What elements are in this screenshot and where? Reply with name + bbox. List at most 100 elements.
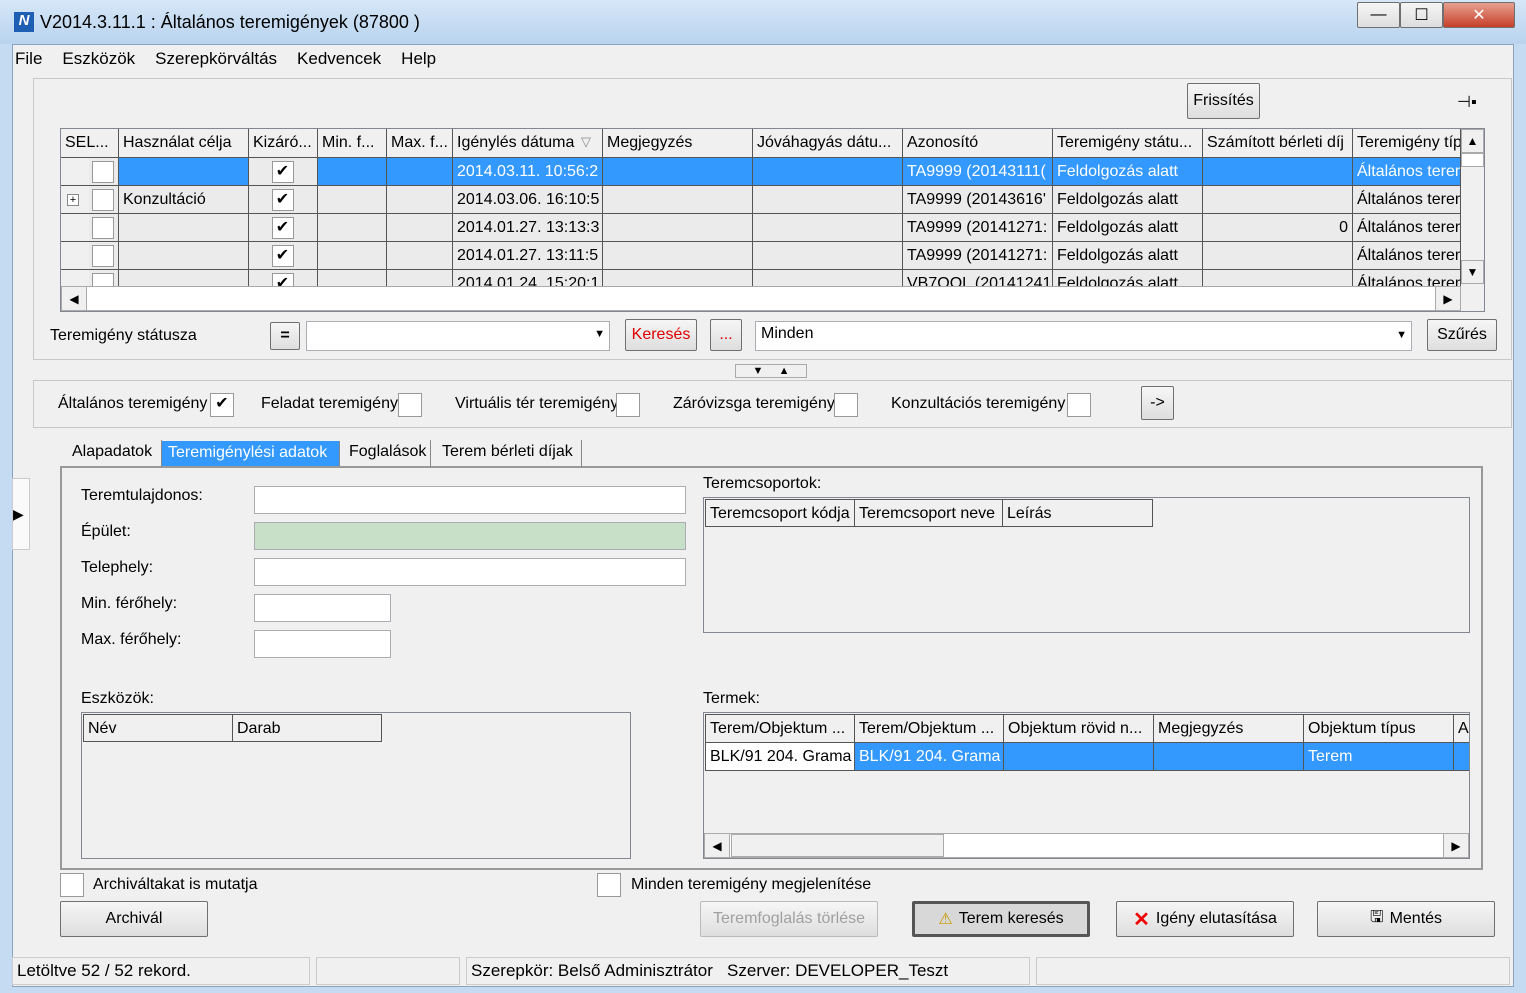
archive-button[interactable]: Archivál	[60, 901, 208, 937]
cell-megj[interactable]	[603, 214, 753, 242]
cell-datum[interactable]: 2014.01.27. 13:13:3	[453, 214, 603, 242]
expand-icon[interactable]: +	[67, 194, 79, 206]
select-checkbox[interactable]	[92, 189, 114, 211]
cell-max[interactable]	[387, 242, 453, 270]
room-cell[interactable]: BLK/91 204. Grama	[855, 743, 1004, 771]
show-archived-checkbox[interactable]	[60, 873, 84, 897]
tab-0[interactable]: Alapadatok	[66, 440, 162, 467]
menu-0[interactable]: File	[15, 49, 42, 73]
scroll-up-button[interactable]: ▲	[1461, 129, 1484, 153]
room-cell[interactable]	[1154, 743, 1304, 771]
cell-dij[interactable]	[1203, 186, 1353, 214]
cell-statusz[interactable]: Feldolgozás alatt	[1053, 214, 1203, 242]
chevron-down-icon[interactable]: ▼	[1396, 329, 1407, 341]
exclusive-checkbox[interactable]: ✔	[271, 189, 294, 211]
column-header[interactable]: Azonosító	[903, 129, 1053, 158]
column-header[interactable]: Kizáró...	[249, 129, 318, 158]
cell-kizaro[interactable]: ✔	[249, 242, 318, 270]
column-header[interactable]: Max. f...	[387, 129, 453, 158]
cell-min[interactable]	[318, 186, 387, 214]
column-header[interactable]: Számított bérleti díj	[1203, 129, 1353, 158]
cell-dij[interactable]: 0	[1203, 214, 1353, 242]
cell-tipus[interactable]: Általános terem	[1353, 214, 1461, 242]
column-header[interactable]: Min. f...	[318, 129, 387, 158]
tab-1[interactable]: Teremigénylési adatok	[162, 441, 340, 466]
site-input[interactable]	[254, 558, 686, 586]
column-header[interactable]: Darab	[233, 714, 382, 742]
cell-tipus[interactable]: Általános terem	[1353, 186, 1461, 214]
column-header[interactable]: Használat célja	[119, 129, 249, 158]
room-cell[interactable]: BLK/91 204. Grama	[705, 743, 855, 771]
exclusive-checkbox[interactable]: ✔	[271, 217, 294, 239]
cell-tipus[interactable]: Általános terem	[1353, 242, 1461, 270]
scroll-right-button[interactable]: ▶	[1443, 833, 1469, 858]
scroll-right-button[interactable]: ▶	[1435, 286, 1461, 311]
type-checkbox-4[interactable]	[1067, 393, 1091, 417]
menu-3[interactable]: Kedvencek	[297, 49, 381, 73]
select-checkbox[interactable]	[92, 217, 114, 239]
filter-combo[interactable]: Minden ▼	[755, 321, 1412, 351]
cell-cel[interactable]	[119, 242, 249, 270]
max-capacity-input[interactable]	[254, 630, 391, 658]
cell-azon[interactable]: TA9999 (20141271:	[903, 242, 1053, 270]
cell-statusz[interactable]: Feldolgozás alatt	[1053, 158, 1203, 186]
horizontal-scrollbar[interactable]	[61, 286, 1461, 311]
exclusive-checkbox[interactable]: ✔	[271, 161, 294, 183]
minimize-button[interactable]: —	[1357, 2, 1400, 28]
cell-azon[interactable]: TA9999 (20141271:	[903, 214, 1053, 242]
tab-2[interactable]: Foglalások	[343, 440, 431, 467]
select-checkbox[interactable]	[92, 161, 114, 183]
cell-max[interactable]	[387, 214, 453, 242]
reject-button[interactable]: ✕ Igény elutasítása	[1116, 901, 1294, 937]
equals-operator-button[interactable]: =	[270, 322, 300, 350]
type-checkbox-3[interactable]	[834, 393, 858, 417]
room-cell[interactable]	[1004, 743, 1154, 771]
column-header[interactable]: Terem/Objektum ...	[855, 714, 1004, 743]
ellipsis-button[interactable]: ...	[710, 319, 742, 351]
row-header[interactable]	[61, 158, 89, 186]
cell-azon[interactable]: TA9999 (20143616'	[903, 186, 1053, 214]
type-checkbox-1[interactable]	[398, 393, 422, 417]
type-checkbox-2[interactable]	[616, 393, 640, 417]
cell-dij[interactable]	[1203, 242, 1353, 270]
building-input[interactable]	[254, 522, 686, 550]
column-header[interactable]: SEL...	[61, 129, 119, 158]
scroll-down-button[interactable]: ▼	[1461, 260, 1484, 284]
menu-1[interactable]: Eszközök	[62, 49, 135, 73]
cell-datum[interactable]: 2014.03.11. 10:56:2	[453, 158, 603, 186]
status-combo[interactable]: ▼	[306, 321, 610, 351]
apply-types-button[interactable]: ->	[1141, 386, 1174, 420]
pin-icon[interactable]: ⊣▪	[1457, 92, 1477, 112]
column-header[interactable]: Leírás	[1003, 499, 1153, 527]
cell-cel[interactable]	[119, 214, 249, 242]
cell-jovahagyas[interactable]	[753, 242, 903, 270]
cell-jovahagyas[interactable]	[753, 214, 903, 242]
cell-cel[interactable]: Konzultáció	[119, 186, 249, 214]
search-button[interactable]: Keresés	[625, 319, 697, 351]
room-cell[interactable]	[1454, 743, 1469, 771]
cell-statusz[interactable]: Feldolgozás alatt	[1053, 242, 1203, 270]
cell-max[interactable]	[387, 158, 453, 186]
cell-megj[interactable]	[603, 158, 753, 186]
cell-min[interactable]	[318, 214, 387, 242]
column-header[interactable]: A	[1454, 714, 1469, 743]
owner-input[interactable]	[254, 486, 686, 514]
splitter-collapse[interactable]: ▼ ▲	[735, 364, 807, 378]
filter-button[interactable]: Szűrés	[1427, 319, 1497, 351]
type-checkbox-0[interactable]: ✔	[210, 393, 234, 417]
menu-4[interactable]: Help	[401, 49, 436, 73]
cell-azon[interactable]: TA9999 (20143111(	[903, 158, 1053, 186]
cell-datum[interactable]: 2014.01.27. 13:11:5	[453, 242, 603, 270]
cell-jovahagyas[interactable]	[753, 186, 903, 214]
refresh-button[interactable]: Frissítés	[1187, 83, 1260, 119]
column-header[interactable]: Megjegyzés	[603, 129, 753, 158]
cell-dij[interactable]	[1203, 158, 1353, 186]
scroll-left-button[interactable]: ◀	[61, 286, 87, 311]
select-checkbox[interactable]	[92, 245, 114, 267]
room-cell[interactable]: Terem	[1304, 743, 1454, 771]
column-header[interactable]: Megjegyzés	[1154, 714, 1304, 743]
column-header[interactable]: Objektum rövid n...	[1004, 714, 1154, 743]
column-header[interactable]: Teremcsoport neve	[855, 499, 1003, 527]
cell-statusz[interactable]: Feldolgozás alatt	[1053, 186, 1203, 214]
cell-kizaro[interactable]: ✔	[249, 214, 318, 242]
